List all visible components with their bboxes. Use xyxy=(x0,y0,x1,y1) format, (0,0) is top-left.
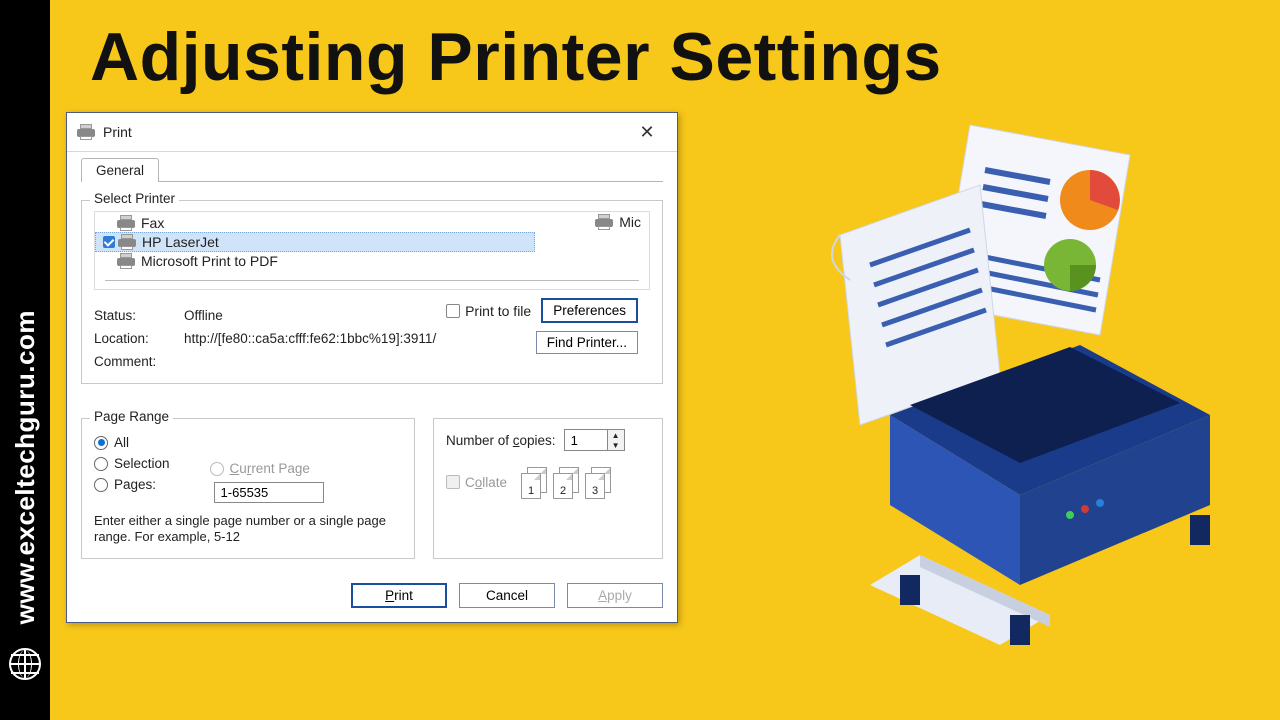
printer-label: Microsoft Print to PDF xyxy=(141,253,278,269)
preferences-button[interactable]: Preferences xyxy=(541,298,638,323)
print-dialog: Print ✕ General Select Printer Fax Mic xyxy=(66,112,678,623)
printer-icon xyxy=(595,214,613,230)
radio-icon xyxy=(94,478,108,492)
radio-icon xyxy=(94,436,108,450)
tab-general[interactable]: General xyxy=(81,158,159,182)
page-range-group: Page Range All Selection Pag xyxy=(81,418,415,559)
number-of-copies-label: Number of copies: xyxy=(446,433,556,448)
printer-icon xyxy=(118,234,136,250)
radio-icon xyxy=(210,462,224,476)
printer-icon xyxy=(117,253,135,269)
dialog-titlebar: Print ✕ xyxy=(67,113,677,152)
scrollbar-placeholder[interactable] xyxy=(105,280,639,281)
radio-label: Current Page xyxy=(230,461,310,476)
collate-checkbox: Collate xyxy=(446,475,507,490)
printer-item-hp[interactable]: HP LaserJet xyxy=(95,232,535,252)
collate-graphic: 11 22 33 xyxy=(521,467,611,497)
printer-label: HP LaserJet xyxy=(142,234,219,250)
copies-spinner[interactable]: ▲ ▼ xyxy=(564,429,625,451)
radio-selection[interactable]: Selection xyxy=(94,456,170,471)
location-label: Location: xyxy=(94,331,184,346)
radio-label: All xyxy=(114,435,129,450)
print-to-file-label: Print to file xyxy=(465,303,531,319)
dialog-title: Print xyxy=(103,124,619,140)
status-label: Status: xyxy=(94,308,184,323)
printer-icon xyxy=(77,124,95,140)
printer-item-mic[interactable]: Mic xyxy=(595,214,641,230)
page-title: Adjusting Printer Settings xyxy=(90,18,942,96)
printer-item-fax[interactable]: Fax xyxy=(95,214,649,232)
printer-icon xyxy=(117,215,135,231)
radio-label: Selection xyxy=(114,456,170,471)
default-check-icon xyxy=(103,236,115,248)
printer-list: Fax Mic HP LaserJet xyxy=(94,211,650,290)
select-printer-group: Select Printer Fax Mic xyxy=(81,200,663,384)
radio-current-page: Current Page xyxy=(210,461,324,476)
printer-label: Mic xyxy=(619,214,641,230)
printer-illustration xyxy=(770,115,1240,675)
pages-input[interactable] xyxy=(214,482,324,503)
globe-icon xyxy=(9,648,41,680)
print-to-file-checkbox[interactable]: Print to file xyxy=(446,303,531,319)
sidebar-url: www.exceltechguru.com xyxy=(10,310,41,624)
radio-icon xyxy=(94,457,108,471)
apply-button: Apply xyxy=(567,583,663,608)
printer-info-area: Status: Offline Location: http://[fe80::… xyxy=(94,290,650,371)
find-printer-button[interactable]: Find Printer... xyxy=(536,331,638,354)
left-sidebar: www.exceltechguru.com xyxy=(0,0,50,720)
copies-input[interactable] xyxy=(565,430,607,450)
page-range-legend: Page Range xyxy=(90,409,173,424)
close-button[interactable]: ✕ xyxy=(627,119,667,145)
radio-all[interactable]: All xyxy=(94,435,170,450)
page-range-help: Enter either a single page number or a s… xyxy=(94,513,402,546)
spinner-down-icon[interactable]: ▼ xyxy=(608,440,624,450)
dialog-footer: Print Cancel Apply xyxy=(67,571,677,622)
printer-label: Fax xyxy=(141,215,164,231)
spinner-up-icon[interactable]: ▲ xyxy=(608,430,624,440)
printer-item-mspdf[interactable]: Microsoft Print to PDF xyxy=(95,252,649,270)
collate-label: Collate xyxy=(465,475,507,490)
comment-label: Comment: xyxy=(94,354,184,369)
print-button[interactable]: Print xyxy=(351,583,447,608)
cancel-button[interactable]: Cancel xyxy=(459,583,555,608)
copies-group: . Number of copies: ▲ ▼ xyxy=(433,418,663,559)
radio-label: Pages: xyxy=(114,477,156,492)
radio-pages[interactable]: Pages: xyxy=(94,477,170,492)
tab-strip: General xyxy=(81,158,663,182)
select-printer-legend: Select Printer xyxy=(90,191,179,206)
